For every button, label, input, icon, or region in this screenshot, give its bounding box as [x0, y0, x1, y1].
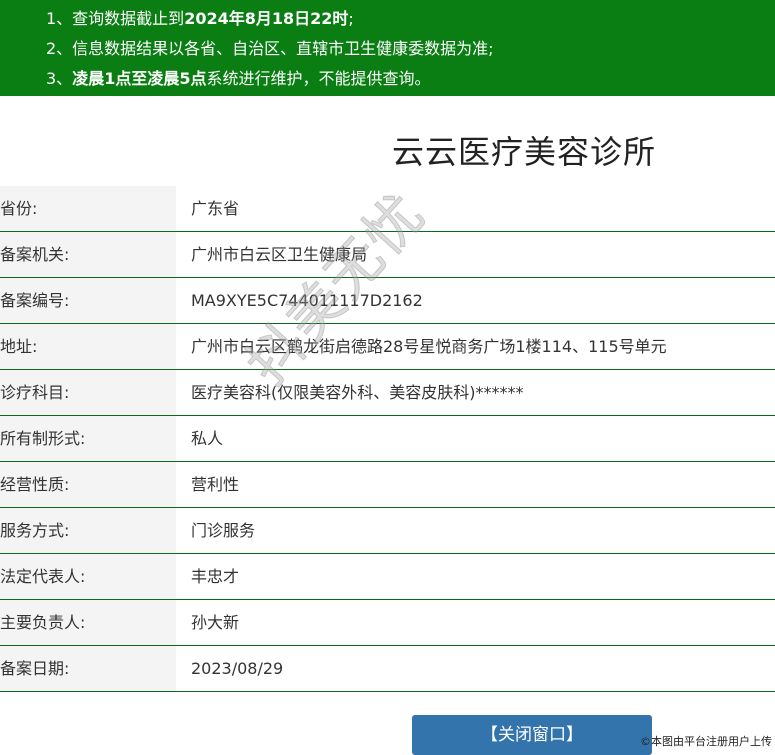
- notice-banner: 1、查询数据截止到2024年8月18日22时; 2、信息数据结果以各省、自治区、…: [0, 0, 775, 96]
- notice-line-3: 3、凌晨1点至凌晨5点系统进行维护，不能提供查询。: [46, 64, 775, 94]
- row-label: 地址:: [0, 324, 176, 369]
- row-label: 法定代表人:: [0, 554, 176, 599]
- close-window-button[interactable]: 【关闭窗口】: [412, 715, 652, 755]
- table-row: 备案编号: MA9XYE5C744011117D2162: [0, 278, 775, 324]
- notice-line-1-date: 2024年8月18日22时: [184, 9, 349, 28]
- table-row: 经营性质: 营利性: [0, 462, 775, 508]
- notice-line-1-suffix: ;: [348, 9, 354, 28]
- row-label: 服务方式:: [0, 508, 176, 553]
- row-value: 广州市白云区卫生健康局: [191, 245, 368, 264]
- table-row: 法定代表人: 丰忠才: [0, 554, 775, 600]
- notice-line-2: 2、信息数据结果以各省、自治区、直辖市卫生健康委数据为准;: [46, 39, 494, 58]
- table-row: 备案机关: 广州市白云区卫生健康局: [0, 232, 775, 278]
- row-value: 私人: [191, 429, 224, 448]
- table-row: 省份: 广东省: [0, 186, 775, 232]
- row-value: MA9XYE5C744011117D2162: [191, 291, 423, 310]
- notice-line-1: 1、查询数据截止到2024年8月18日22时;: [46, 4, 775, 34]
- row-value: 孙大新: [191, 613, 240, 632]
- table-row: 诊疗科目: 医疗美容科(仅限美容外科、美容皮肤科)******: [0, 370, 775, 416]
- row-value: 丰忠才: [191, 567, 240, 586]
- info-table: 省份: 广东省 备案机关: 广州市白云区卫生健康局 备案编号: MA9XYE5C744…: [0, 186, 775, 692]
- row-label: 备案编号:: [0, 278, 176, 323]
- row-value: 医疗美容科(仅限美容外科、美容皮肤科)******: [191, 383, 524, 402]
- row-label: 备案机关:: [0, 232, 176, 277]
- row-label: 省份:: [0, 186, 176, 231]
- row-label: 诊疗科目:: [0, 370, 176, 415]
- row-label: 所有制形式:: [0, 416, 176, 461]
- page-title: 云云医疗美容诊所: [392, 133, 657, 171]
- table-row: 所有制形式: 私人: [0, 416, 775, 462]
- row-label: 经营性质:: [0, 462, 176, 507]
- row-label: 主要负责人:: [0, 600, 176, 645]
- row-value: 营利性: [191, 475, 240, 494]
- notice-line-3-text: 系统进行维护，不能提供查询。: [206, 69, 431, 88]
- table-row: 地址: 广州市白云区鹤龙街启德路28号星悦商务广场1楼114、115号单元: [0, 324, 775, 370]
- row-value: 2023/08/29: [191, 659, 284, 678]
- row-value: 门诊服务: [191, 521, 256, 540]
- upload-credit: ©本图由平台注册用户上传: [640, 735, 772, 748]
- notice-line-3-time: 凌晨1点至凌晨5点: [72, 69, 207, 88]
- table-row: 服务方式: 门诊服务: [0, 508, 775, 554]
- row-value: 广州市白云区鹤龙街启德路28号星悦商务广场1楼114、115号单元: [191, 337, 667, 356]
- row-value: 广东省: [191, 199, 240, 218]
- table-row: 主要负责人: 孙大新: [0, 600, 775, 646]
- notice-line-1-text: 1、查询数据截止到: [46, 9, 185, 28]
- row-label: 备案日期:: [0, 646, 176, 691]
- notice-line-3-prefix: 3、: [46, 69, 73, 88]
- table-row: 备案日期: 2023/08/29: [0, 646, 775, 692]
